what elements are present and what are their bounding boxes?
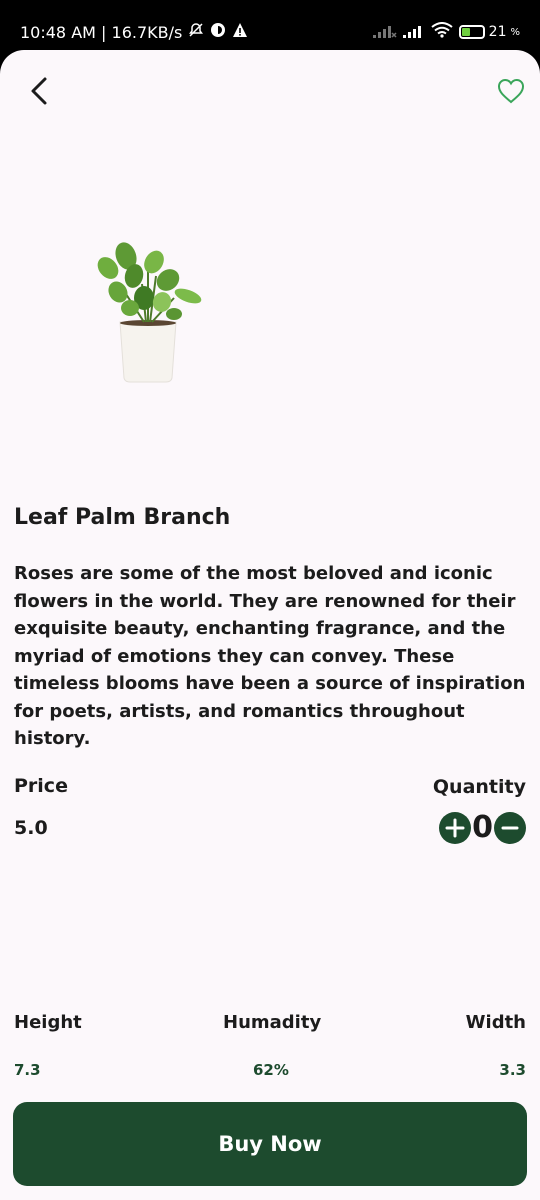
height-label: Height: [14, 1012, 82, 1033]
favorite-button[interactable]: [496, 76, 526, 106]
product-image: [96, 236, 208, 386]
back-button[interactable]: [22, 74, 56, 108]
battery-indicator: 21%: [458, 24, 520, 40]
quantity-value: 0: [472, 810, 493, 845]
product-detail-screen: Leaf Palm Branch Roses are some of the m…: [0, 50, 540, 1200]
battery-icon: [458, 25, 485, 39]
heart-outline-icon: [497, 78, 525, 104]
minus-icon: [501, 826, 519, 830]
increment-button[interactable]: [439, 812, 472, 844]
buy-now-label: Buy Now: [218, 1132, 322, 1156]
buy-now-button[interactable]: Buy Now: [13, 1102, 527, 1186]
signal-sim1-icon: [372, 23, 397, 42]
status-left: 10:48 AM | 16.7KB/s: [20, 22, 248, 42]
product-description: Roses are some of the most beloved and i…: [14, 563, 526, 749]
battery-percent-suffix: %: [510, 26, 520, 38]
width-value: 3.3: [499, 1061, 526, 1079]
humidity-label: Humadity: [223, 1012, 322, 1033]
height-value: 7.3: [14, 1061, 41, 1079]
quantity-label: Quantity: [432, 776, 526, 798]
data-saver-icon: [210, 22, 226, 42]
wifi-icon: [431, 22, 453, 42]
product-title: Leaf Palm Branch: [14, 505, 231, 530]
signal-sim2-icon: [402, 23, 425, 42]
decrement-button[interactable]: [494, 812, 526, 844]
notifications-off-icon: [188, 22, 204, 42]
width-label: Width: [465, 1012, 526, 1033]
warning-icon: [232, 22, 248, 42]
plus-icon: [445, 818, 465, 838]
price-label: Price: [14, 775, 68, 797]
battery-percent: 21: [488, 24, 507, 40]
chevron-left-icon: [31, 77, 47, 105]
price-value: 5.0: [14, 817, 48, 839]
quantity-stepper: 0: [439, 812, 526, 844]
status-right: 21%: [372, 22, 520, 42]
humidity-value: 62%: [253, 1061, 289, 1079]
status-time-network: 10:48 AM | 16.7KB/s: [20, 22, 183, 42]
